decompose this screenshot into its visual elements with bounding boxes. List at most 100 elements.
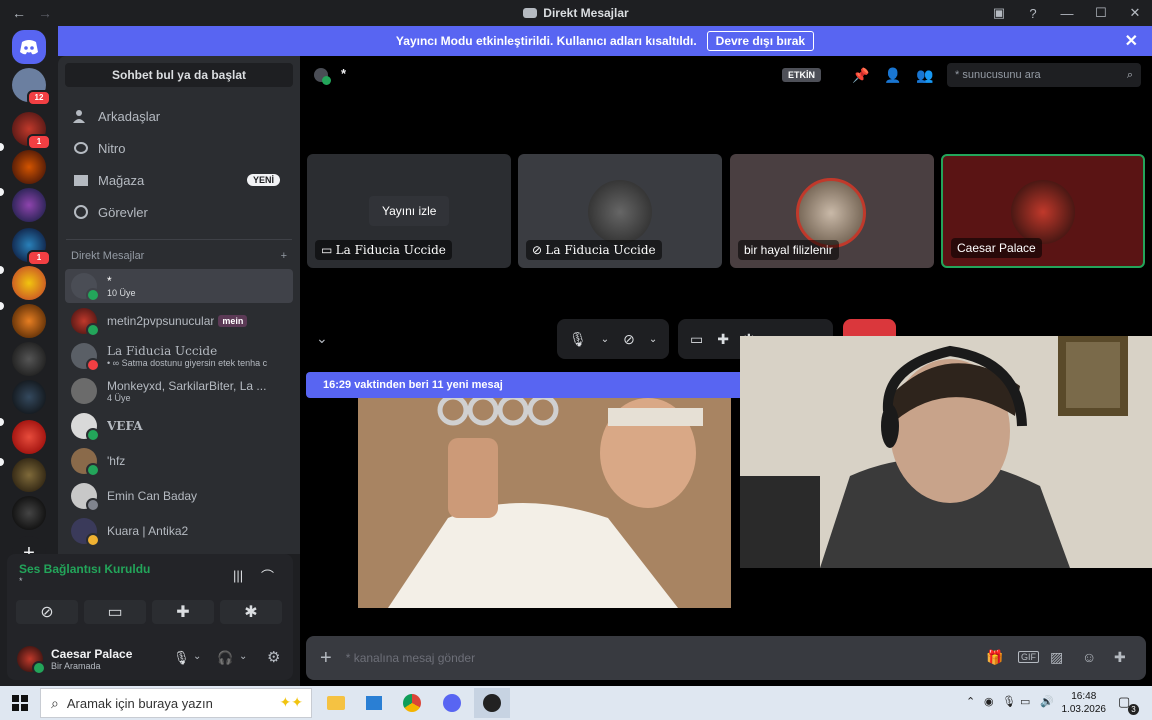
dm-item[interactable]: Kuara | Antika2 [65, 514, 293, 548]
dm-header-label: Direkt Mesajlar [71, 250, 145, 262]
app-shape [366, 696, 382, 710]
disable-streamer-mode-button[interactable]: Devre dışı bırak [706, 31, 815, 51]
disconnect-icon[interactable]: ⌒ [261, 566, 274, 585]
watch-stream-button[interactable]: Yayını izle [369, 196, 450, 226]
dm-avatar-unread[interactable]: 12 [12, 68, 51, 106]
stream-tile[interactable]: Yayını izle ▭ La Fiducia Uccide [307, 154, 511, 268]
forward-arrow-icon[interactable]: → [38, 5, 52, 21]
create-dm-icon[interactable]: + [281, 250, 287, 262]
gif-message-image[interactable] [358, 398, 731, 608]
new-messages-bar[interactable]: 16:29 vaktinden beri 11 yeni mesaj [306, 372, 740, 398]
chevron-down-icon[interactable]: ⌄ [601, 334, 609, 345]
microphone-icon[interactable]: 🎙 [173, 650, 190, 666]
nav-friends[interactable]: Arkadaşlar [66, 101, 292, 131]
app-icon[interactable] [356, 688, 392, 718]
tray-icon[interactable]: ◉ [984, 695, 994, 708]
server-icon[interactable]: 1 [12, 228, 51, 266]
camera-button[interactable]: ⊘ [16, 600, 78, 624]
channel-search-input[interactable]: * sunucusunu ara ⌕ [947, 63, 1141, 87]
member-list-icon[interactable]: 👥 [916, 67, 933, 84]
apps-icon[interactable]: ✚ [1114, 649, 1126, 666]
close-banner-icon[interactable]: ✕ [1125, 31, 1138, 51]
discord-taskbar-icon[interactable] [434, 688, 470, 718]
home-button[interactable] [12, 30, 46, 64]
dm-item[interactable]: Monkeyxd, SarkilarBiter, La ... 4 Üye [65, 374, 293, 408]
taskbar-search-input[interactable]: ⌕ Aramak için buraya yazın ✦✦ [40, 688, 312, 718]
camera-off-icon[interactable]: ⊘ [623, 331, 635, 348]
message-input[interactable]: * kanalına mesaj gönder [346, 651, 475, 665]
dm-item[interactable]: 'hfz [65, 444, 293, 478]
emoji-icon[interactable]: ☺ [1082, 649, 1096, 665]
user-avatar[interactable] [17, 646, 46, 675]
chevron-down-icon[interactable]: ⌄ [193, 651, 201, 662]
screen-share-icon[interactable]: ▭ [690, 331, 703, 348]
network-icon[interactable]: ▭ [1020, 695, 1030, 708]
obs-icon[interactable] [474, 688, 510, 718]
server-icon[interactable] [12, 380, 46, 414]
maximize-button[interactable]: ☐ [1084, 5, 1118, 21]
voice-user-panel: Ses Bağlantısı Kuruldu * ||| ⌒ ⊘ ▭ ✚ ✱ C… [7, 554, 293, 680]
dm-item[interactable]: * 10 Üye [65, 269, 293, 303]
soundboard-button[interactable]: ✱ [220, 600, 282, 624]
gift-icon[interactable]: 🎁 [986, 649, 1003, 666]
server-icon[interactable] [12, 496, 46, 530]
dm-item[interactable]: metin2pvpsunucular mein [65, 304, 293, 338]
gif-icon[interactable]: GIF [1018, 651, 1039, 663]
chrome-shape [403, 694, 421, 712]
chrome-icon[interactable] [394, 688, 430, 718]
participant-tile[interactable]: ⊘ La Fiducia Uccide [518, 154, 722, 268]
dm-name: Emin Can Baday [107, 489, 198, 503]
dm-name: La Fiducia Uccide [107, 344, 218, 358]
chevron-down-icon[interactable]: ⌄ [239, 651, 247, 662]
tray-chevron-up-icon[interactable]: ⌃ [966, 695, 975, 708]
screen-share-button[interactable]: ▭ [84, 600, 146, 624]
server-icon[interactable] [12, 458, 46, 492]
tray-microphone-icon[interactable]: 🎙 [1002, 695, 1016, 708]
collapse-chevron-icon[interactable]: ⌄ [316, 330, 328, 347]
nav-quests[interactable]: Görevler [66, 197, 292, 227]
activities-icon[interactable]: ✚ [717, 331, 729, 348]
server-icon[interactable]: 1 [12, 112, 51, 150]
chevron-down-icon[interactable]: ⌄ [649, 334, 657, 345]
dm-item[interactable]: La Fiducia Uccide • ∞ Satma dostunu giye… [65, 339, 293, 373]
avatar [71, 518, 100, 547]
dm-text: * 10 Üye [107, 274, 136, 298]
find-conversation-button[interactable]: Sohbet bul ya da başlat [65, 63, 293, 87]
tile-label: ⊘ La Fiducia Uccide [526, 240, 662, 260]
minimize-button[interactable]: — [1050, 6, 1084, 21]
nav-shop[interactable]: Mağaza YENİ [66, 165, 292, 195]
pinned-icon[interactable]: 📌 [852, 67, 869, 84]
taskbar-clock[interactable]: 16:48 1.03.2026 [1062, 690, 1107, 716]
attach-plus-icon[interactable]: + [320, 647, 332, 670]
close-window-button[interactable]: ✕ [1118, 5, 1152, 21]
headphones-icon[interactable]: 🎧 [217, 650, 233, 666]
add-friends-icon[interactable]: 👤 [884, 67, 901, 84]
server-icon[interactable] [12, 266, 46, 300]
noise-suppression-icon[interactable]: ||| [233, 568, 243, 583]
help-icon[interactable]: ? [1016, 6, 1050, 21]
settings-gear-icon[interactable]: ⚙ [267, 648, 280, 666]
participant-tile[interactable]: bir hayal filizlenir [730, 154, 934, 268]
inbox-icon[interactable]: ▣ [982, 5, 1016, 21]
muted-icon: ⊘ [532, 243, 546, 257]
server-icon[interactable] [12, 188, 46, 222]
channel-name: * [341, 66, 347, 81]
server-icon[interactable] [12, 420, 46, 454]
sticker-icon[interactable]: ▨ [1050, 649, 1063, 666]
volume-icon[interactable]: 🔊 [1040, 695, 1054, 708]
activities-button[interactable]: ✚ [152, 600, 214, 624]
popout-camera-video[interactable] [740, 336, 1152, 568]
dm-item[interactable]: VEFA [65, 409, 293, 443]
window-title: Direkt Mesajlar [0, 6, 1152, 20]
server-icon[interactable] [12, 150, 46, 184]
windows-start-icon[interactable] [12, 695, 28, 711]
file-explorer-icon[interactable] [318, 688, 354, 718]
nav-nitro[interactable]: Nitro [66, 133, 292, 163]
server-icon[interactable] [12, 304, 46, 338]
server-icon[interactable] [12, 342, 46, 376]
back-arrow-icon[interactable]: ← [12, 5, 26, 21]
microphone-icon[interactable]: 🎙 [569, 331, 587, 348]
participant-tile-speaking[interactable]: Caesar Palace [941, 154, 1145, 268]
user-info[interactable]: Caesar Palace Bir Aramada [51, 647, 132, 671]
dm-item[interactable]: Emin Can Baday [65, 479, 293, 513]
